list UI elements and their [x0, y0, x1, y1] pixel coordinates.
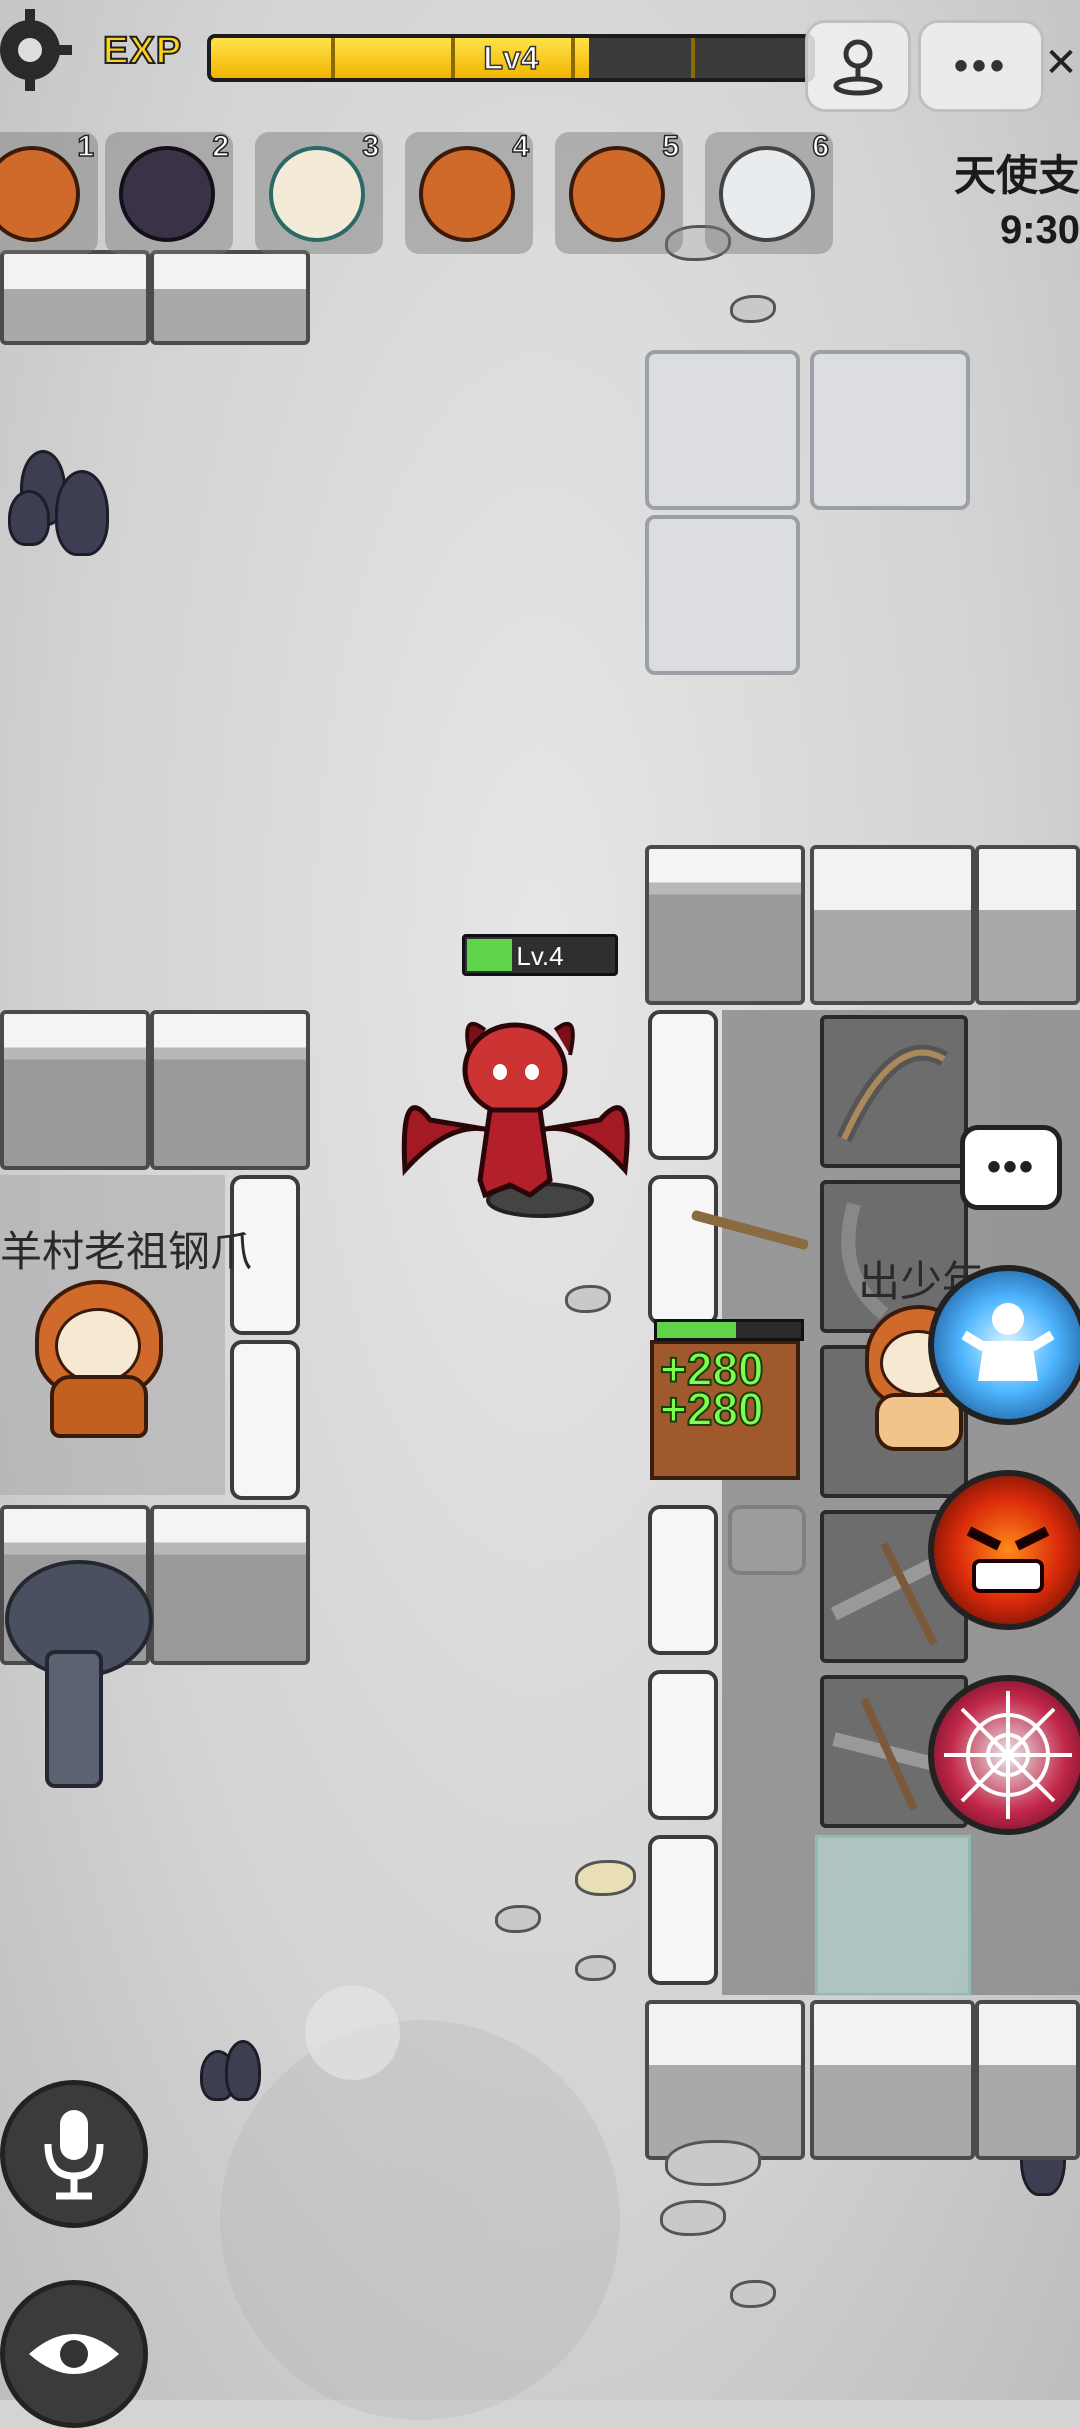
gate-hp-bar — [654, 1319, 804, 1341]
floor-slab — [645, 515, 800, 675]
exp-bar: Lv4 — [207, 34, 815, 82]
rock — [665, 2140, 761, 2186]
eye-icon[interactable] — [0, 2280, 148, 2428]
party-slot-number: 1 — [77, 129, 95, 164]
wall-pillar — [648, 1835, 718, 1985]
wall-pillar — [648, 1175, 718, 1325]
party-slot-number: 2 — [212, 129, 230, 164]
spider-web-skill-icon[interactable] — [928, 1675, 1080, 1835]
orange-hood-sheep-icon — [0, 146, 80, 242]
floor-slab — [645, 350, 800, 510]
more-dots-icon[interactable]: ••• — [918, 20, 1044, 112]
player-level-bar: Lv.4 — [462, 934, 618, 976]
wall-pillar — [230, 1340, 300, 1500]
party-slot[interactable]: 3 — [255, 129, 383, 254]
party-slot[interactable]: 5 — [555, 129, 683, 254]
tree-trunk — [45, 1650, 103, 1788]
party-slot[interactable]: 4 — [405, 129, 533, 254]
headphone-sheep-icon — [269, 146, 365, 242]
crystal-cluster — [55, 470, 109, 556]
close-icon[interactable]: ✕ — [1042, 20, 1080, 106]
exp-label: EXP — [102, 29, 183, 73]
party-slot-number: 5 — [662, 129, 680, 164]
power-up-skill-icon[interactable] — [928, 1265, 1080, 1425]
exp-level-label: Lv4 — [483, 39, 540, 77]
floor-slab — [810, 350, 970, 510]
party-slot-number: 6 — [812, 129, 830, 164]
joystick-icon[interactable] — [805, 20, 911, 112]
wall-pillar — [648, 1010, 718, 1160]
wall-pillar — [648, 1505, 718, 1655]
rock — [575, 1860, 636, 1896]
party-slot[interactable]: 6 — [705, 129, 833, 254]
party-slot-number: 3 — [362, 129, 380, 164]
rock — [730, 2280, 776, 2308]
wall-pillar — [648, 1670, 718, 1820]
virtual-joystick-knob[interactable] — [305, 1985, 400, 2080]
npc-name-label: 羊村老祖钢爪 — [0, 1228, 253, 1275]
crystal-cluster — [225, 2040, 261, 2101]
wall-tile — [810, 845, 975, 1005]
npc-sheep-character[interactable] — [30, 1280, 163, 1438]
rock — [565, 1285, 611, 1313]
wall-tile — [810, 2000, 975, 2160]
virtual-joystick-base[interactable] — [220, 2020, 620, 2420]
rock — [730, 295, 776, 323]
party-slot[interactable]: 1 — [0, 129, 98, 254]
wall-corner-tile — [645, 845, 805, 1005]
gear-icon[interactable] — [0, 0, 80, 100]
wall-tile — [150, 250, 310, 345]
crystal-cluster — [8, 490, 50, 546]
dark-sheep-icon — [119, 146, 215, 242]
player-demon-character[interactable] — [390, 1000, 640, 1250]
heal-popup: +280 — [659, 1383, 765, 1435]
team-name-label: 天使支 — [953, 152, 1080, 199]
gate-hp-fill — [657, 1322, 737, 1338]
speech-bubble-icon[interactable]: ••• — [960, 1125, 1062, 1210]
player-level-label: Lv.4 — [516, 941, 564, 971]
wall-tile — [150, 1505, 310, 1665]
rock — [660, 2200, 726, 2236]
wall-corner-tile — [150, 1010, 310, 1170]
ballista-turret[interactable] — [820, 1015, 968, 1168]
microphone-icon[interactable] — [0, 2080, 148, 2228]
orange-hood-sheep-icon — [569, 146, 665, 242]
wall-tile — [0, 250, 150, 345]
rock — [495, 1905, 541, 1933]
wall-tile — [975, 845, 1080, 1005]
astronaut-sheep-icon — [719, 146, 815, 242]
orange-hood-sheep-icon — [419, 146, 515, 242]
wall-tile — [0, 1010, 150, 1170]
party-slot-number: 4 — [512, 129, 530, 164]
party-slot[interactable]: 2 — [105, 129, 233, 254]
highlight-floor — [815, 1835, 971, 1996]
wall-tile — [975, 2000, 1080, 2160]
rock — [575, 1955, 616, 1981]
wall-tile — [645, 2000, 805, 2160]
rage-face-skill-icon[interactable] — [928, 1470, 1080, 1630]
clock-label: 9:30 — [999, 208, 1080, 252]
